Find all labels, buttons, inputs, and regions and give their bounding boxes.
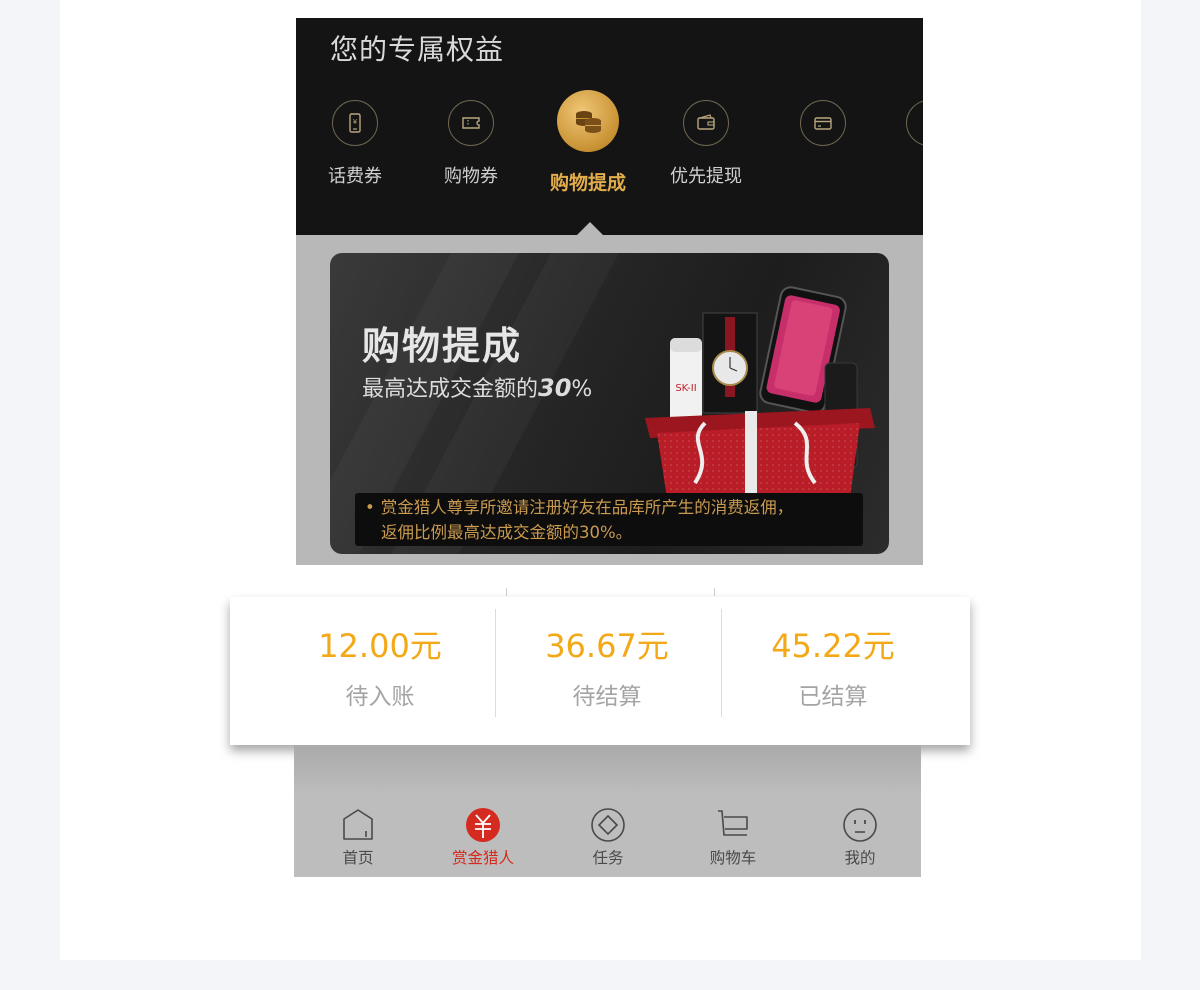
stat-caption: 待入账: [345, 684, 415, 710]
note-line-1: 赏金猎人尊享所邀请注册好友在品库所产生的消费返佣，: [380, 498, 794, 517]
stat-settled[interactable]: 45.22元 已结算: [720, 597, 946, 745]
home-icon: [343, 809, 373, 840]
stat-pending-income[interactable]: 12.00元 待入账: [267, 597, 493, 745]
perk-label: 话费券: [328, 166, 382, 187]
stat-pending-settlement[interactable]: 36.67元 待结算: [494, 597, 720, 745]
phone-coupon-icon: ¥: [332, 100, 378, 146]
tab-home[interactable]: 首页: [308, 807, 408, 868]
note-line-2: 返佣比例最高达成交金额的30%。: [381, 523, 633, 542]
stat-amount: 36.67元: [545, 627, 669, 665]
tab-label: 任务: [592, 849, 624, 867]
tab-label: 首页: [342, 849, 374, 867]
perk-shopping-coupon[interactable]: 购物券: [416, 100, 526, 188]
perk-label: 购物券: [444, 166, 498, 187]
page-title: 您的专属权益: [330, 33, 505, 66]
perk-label: 优先提现: [670, 166, 742, 187]
wallet-icon: [683, 100, 729, 146]
tab-label: 购物车: [709, 849, 757, 867]
stat-amount: 45.22元: [771, 627, 895, 665]
banner-title: 购物提成: [362, 324, 523, 368]
partial-perk-icon: [906, 100, 923, 146]
stat-caption: 已结算: [798, 684, 868, 710]
diamond-icon: [591, 808, 625, 842]
divider-tick: [506, 588, 507, 596]
perk-shopping-commission[interactable]: 购物提成: [533, 90, 643, 195]
stat-caption: 待结算: [572, 684, 642, 710]
credit-card-icon: [800, 100, 846, 146]
commission-stats-card: 12.00元 待入账 36.67元 待结算 45.22元 已结算: [230, 597, 970, 745]
yuan-coin-icon: [466, 808, 500, 842]
active-pointer: [577, 222, 603, 235]
banner-subtitle: 最高达成交金额的30%: [362, 374, 593, 402]
products-gift-box-illustration: SK-II SK-II: [645, 286, 875, 498]
tab-mine[interactable]: 我的: [810, 807, 910, 868]
phone-screen: 您的专属权益 ¥ 话费券 购物券 购物提成 优先提现 购物提成 最高达成交金额的…: [296, 18, 923, 565]
perk-phone-coupon[interactable]: ¥ 话费券: [300, 100, 410, 188]
tab-bounty-hunter[interactable]: 赏金猎人: [433, 807, 533, 868]
ticket-icon: [448, 100, 494, 146]
phone-content-area: [294, 745, 921, 795]
divider-tick: [714, 588, 715, 596]
bullet-dot: •: [365, 498, 375, 517]
perk-partial[interactable]: [906, 100, 923, 146]
tab-label: 我的: [844, 849, 876, 867]
product-brand-label: SK-II: [675, 383, 696, 394]
tab-label: 赏金猎人: [451, 849, 514, 867]
cart-icon: [718, 810, 748, 836]
stat-amount: 12.00元: [318, 627, 442, 665]
commission-note: • 赏金猎人尊享所邀请注册好友在品库所产生的消费返佣， 返佣比例最高达成交金额的3…: [355, 493, 863, 546]
bottom-tab-bar: 首页 赏金猎人 任务 购物车 我的: [294, 795, 921, 877]
tab-cart[interactable]: 购物车: [683, 807, 783, 868]
smiley-icon: [843, 808, 877, 842]
perk-priority-withdrawal[interactable]: 优先提现: [651, 100, 761, 188]
perk-label: 购物提成: [549, 172, 626, 194]
perks-header: 您的专属权益 ¥ 话费券 购物券 购物提成 优先提现: [296, 18, 923, 235]
commission-banner: 购物提成 最高达成交金额的30% SK-II SK-II: [330, 253, 889, 554]
perk-credit-card-reward[interactable]: [768, 100, 878, 146]
coins-icon: [557, 90, 619, 152]
svg-text:¥: ¥: [353, 118, 358, 126]
tab-tasks[interactable]: 任务: [558, 807, 658, 868]
